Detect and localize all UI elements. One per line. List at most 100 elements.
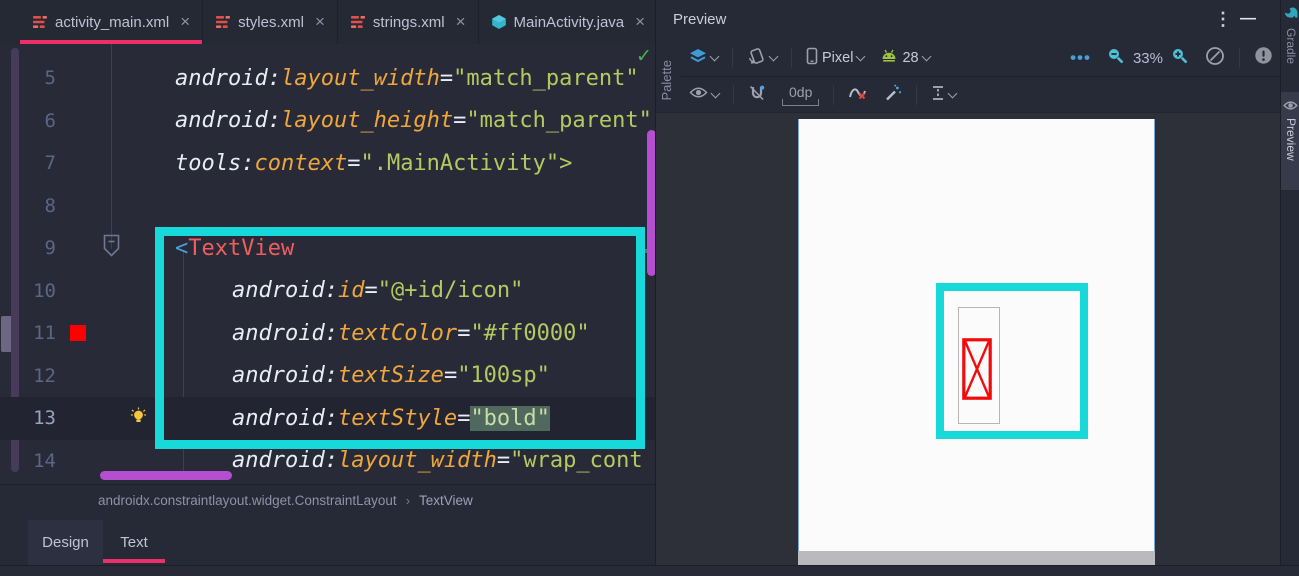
selection-highlight-box [936,283,1088,439]
orientation-button[interactable] [739,47,785,70]
close-icon[interactable]: × [456,13,466,30]
fold-slot [100,407,155,430]
infer-constraints-button[interactable] [876,84,910,107]
editor-pane: activity_main.xml × styles.xml × strings.xml… [0,0,659,576]
preview-header: Preview ⋮ — [656,0,1281,40]
xml-file-icon [32,14,48,30]
magic-wand-icon [884,84,902,107]
chevron-down-icon [768,51,779,61]
close-icon[interactable]: × [315,13,325,30]
rotate-device-icon [747,47,766,70]
layers-icon [689,48,707,69]
default-margins-button[interactable]: 0dp [774,84,827,106]
preview-tab-selected[interactable]: Preview [1281,92,1299,190]
color-swatch-red[interactable] [70,325,86,342]
code-line-5[interactable]: 5 android:layout_width="match_parent" [0,57,655,100]
android-studio-window: activity_main.xml × styles.xml × strings.xml… [0,0,1299,576]
tab-design[interactable]: Design [28,520,103,565]
android-robot-icon [880,48,898,68]
margin-value: 0dp [789,84,813,100]
ellipsis-icon: ••• [1070,48,1091,67]
preview-tab-label: Preview [1284,118,1298,161]
code-text: android:layout_width="wrap_cont [232,448,643,474]
gradle-tab[interactable]: Gradle [1284,28,1298,64]
pack-align-button[interactable] [923,85,964,106]
lightbulb-icon[interactable] [130,407,147,430]
toolbar-divider [916,85,918,105]
toolbar-divider [1239,48,1240,68]
warnings-button[interactable] [1246,46,1281,70]
phone-icon [806,47,818,70]
code-line-6[interactable]: 6 android:layout_height="match_parent" [0,100,655,143]
chevron-down-icon [947,88,958,98]
zoom-to-fit-button[interactable] [1197,46,1233,71]
tab-label: activity_main.xml [55,13,170,31]
code-line-7[interactable]: 7 tools:context=".MainActivity"> [0,142,655,185]
code-line-8[interactable]: 8 [0,185,655,228]
design-canvas[interactable] [656,112,1281,565]
gradle-tab-icon[interactable] [1281,6,1299,24]
toolbar-divider [732,48,733,68]
toolbar-divider [791,48,792,68]
code-editor[interactable]: 5 android:layout_width="match_parent" 6 and… [0,44,655,484]
zoom-out-button[interactable] [1099,47,1133,70]
zoom-percentage: 33% [1132,49,1163,67]
fold-slot [100,234,155,262]
code-text: tools:context=".MainActivity"> [175,150,573,176]
device-navbar [798,551,1155,565]
close-icon[interactable]: × [180,13,190,30]
palette-tab[interactable]: Palette [659,60,674,100]
more-options-button[interactable]: ••• [1062,48,1099,68]
chevron-down-icon [710,88,721,98]
horizontal-scrollbar[interactable] [100,471,232,480]
line-number: 7 [44,152,56,175]
xml-file-icon [350,14,366,30]
line-number: 9 [44,237,56,260]
view-options-button[interactable] [681,86,727,104]
autoconnect-toggle-button[interactable] [740,84,774,107]
device-selector-button[interactable]: Pixel [798,47,872,70]
code-highlight-box [155,227,645,449]
status-bar [0,565,1299,576]
breadcrumb: androidx.constraintlayout.widget.Constra… [0,484,655,516]
chevron-down-icon [709,51,720,61]
class-file-icon [491,14,507,30]
editor-tab-strings-xml[interactable]: strings.xml × [338,0,479,44]
zoom-out-icon [1107,47,1125,70]
device-name: Pixel [822,50,854,66]
line-number: 12 [33,364,56,387]
tab-label: styles.xml [238,13,304,31]
code-text: android:layout_height="match_parent" [175,108,652,134]
code-text: android:layout_width="match_parent" [175,65,639,91]
variant-selector-button[interactable] [681,48,726,69]
close-icon[interactable]: × [635,13,645,30]
line-number: 13 [33,407,56,430]
kebab-menu-icon[interactable]: ⋮ [1214,9,1232,30]
zoom-in-button[interactable] [1163,47,1197,70]
clear-constraints-button[interactable] [840,84,876,107]
api-level-button[interactable]: 28 [872,48,937,68]
line-number: 8 [44,194,56,217]
zoom-in-icon [1171,47,1189,70]
breadcrumb-leaf[interactable]: TextView [419,493,473,508]
circle-slash-icon [1205,46,1225,71]
toolbar-divider [833,85,835,105]
line-number: 6 [44,109,56,132]
xml-file-icon [215,14,231,30]
breadcrumb-root[interactable]: androidx.constraintlayout.widget.Constra… [98,493,397,508]
editor-tab-styles-xml[interactable]: styles.xml × [203,0,338,44]
editor-tab-MainActivity-java[interactable]: MainActivity.java × [479,0,659,44]
ibeam-icon [931,85,945,106]
tab-text[interactable]: Text [103,520,165,565]
minimize-icon[interactable]: — [1240,10,1256,28]
line-number: 10 [33,279,56,302]
chevron-down-icon [855,51,866,61]
editor-tabs: activity_main.xml × styles.xml × strings.xml… [0,0,659,44]
vertical-scrollbar[interactable] [647,130,655,276]
line-number: 5 [44,67,56,90]
editor-tab-activity_main-xml[interactable]: activity_main.xml × [20,0,204,44]
tab-label: MainActivity.java [513,13,625,31]
warning-circle-icon [1254,46,1273,70]
fold-marker-icon[interactable] [102,234,121,262]
inspection-check-icon[interactable]: ✓ [636,45,652,68]
